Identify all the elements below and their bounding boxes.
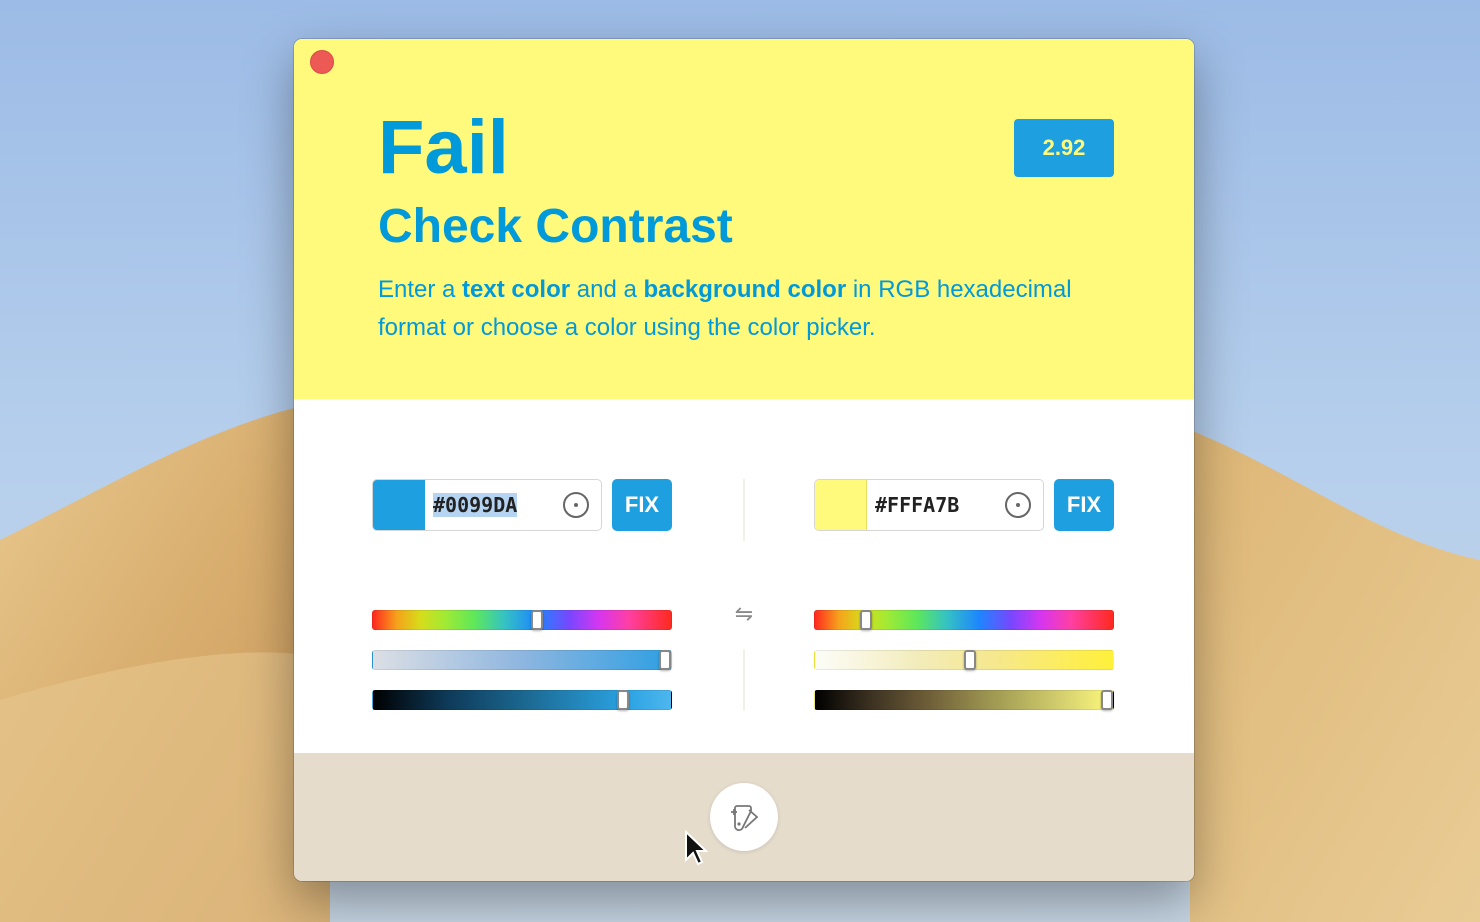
background-color-hex-input[interactable]: #FFFA7B	[875, 492, 995, 518]
close-icon[interactable]	[310, 50, 334, 74]
background-color-hue-slider[interactable]	[814, 610, 1114, 630]
slider-thumb[interactable]	[860, 610, 872, 630]
text-color-swatch[interactable]	[373, 480, 425, 530]
palette-button[interactable]	[710, 783, 778, 851]
background-color-fix-button[interactable]: FIX	[1054, 479, 1114, 531]
page-title: Check Contrast	[378, 200, 733, 253]
text-color-field[interactable]: #0099DA	[372, 479, 602, 531]
contrast-window: Fail 2.92 Check Contrast Enter a text co…	[294, 39, 1194, 881]
slider-thumb[interactable]	[617, 690, 629, 710]
background-color-swatch[interactable]	[815, 480, 867, 530]
background-color-saturation-slider[interactable]	[814, 650, 1114, 670]
divider-top	[743, 479, 745, 541]
contrast-ratio-badge: 2.92	[1014, 119, 1114, 177]
text-color-saturation-slider[interactable]	[372, 650, 672, 670]
background-color-lightness-slider[interactable]	[814, 690, 1114, 710]
hero-panel: Fail 2.92 Check Contrast Enter a text co…	[294, 39, 1194, 399]
text-color-hue-slider[interactable]	[372, 610, 672, 630]
divider-bottom	[743, 649, 745, 711]
description-text: Enter a text color and a background colo…	[378, 276, 1072, 341]
color-controls: #0099DA FIX ⇋ #FFFA7B FIX	[294, 399, 1194, 753]
text-color-hex-input[interactable]: #0099DA	[433, 492, 553, 518]
slider-thumb[interactable]	[531, 610, 543, 630]
background-color-field[interactable]: #FFFA7B	[814, 479, 1044, 531]
eyedropper-icon[interactable]	[563, 492, 589, 518]
status-title: Fail	[378, 105, 509, 190]
swap-icon[interactable]: ⇋	[732, 603, 756, 627]
text-color-fix-button[interactable]: FIX	[612, 479, 672, 531]
slider-thumb[interactable]	[1101, 690, 1113, 710]
slider-thumb[interactable]	[659, 650, 671, 670]
mouse-cursor	[685, 830, 708, 866]
text-color-lightness-slider[interactable]	[372, 690, 672, 710]
footer-bar	[294, 753, 1194, 881]
palette-icon	[731, 805, 759, 831]
eyedropper-icon[interactable]	[1005, 492, 1031, 518]
slider-thumb[interactable]	[964, 650, 976, 670]
